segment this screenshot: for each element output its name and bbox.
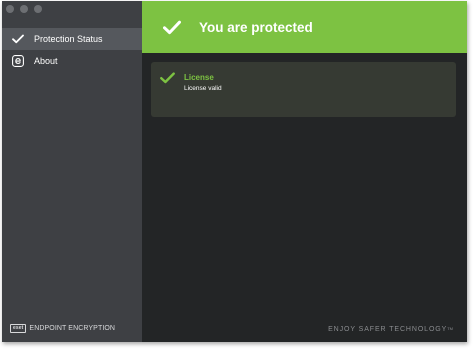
sidebar-item-label: About [34,56,58,66]
product-branding: eset ENDPOINT ENCRYPTION [10,324,115,333]
card-title: License [184,73,214,82]
card-subtitle: License valid [184,85,222,92]
app-window: Protection Status About eset ENDPOINT EN… [2,1,467,342]
trademark: TM [447,326,453,331]
minimize-window-button[interactable] [20,5,28,13]
license-status-card: License License valid [151,62,456,117]
sidebar: Protection Status About eset ENDPOINT EN… [2,1,142,342]
eset-e-icon [11,54,25,68]
zoom-window-button[interactable] [34,5,42,13]
checkmark-icon [160,71,175,89]
tagline-text: ENJOY SAFER TECHNOLOGY [328,326,448,333]
tagline: ENJOY SAFER TECHNOLOGYTM [328,326,453,333]
close-window-button[interactable] [6,5,14,13]
sidebar-item-about[interactable]: About [2,50,142,72]
protection-banner: You are protected [142,1,467,53]
window-controls [6,5,42,13]
banner-title: You are protected [199,19,313,35]
product-name: ENDPOINT ENCRYPTION [29,325,116,332]
eset-logo: eset [10,324,27,333]
sidebar-item-protection-status[interactable]: Protection Status [2,28,142,50]
checkmark-icon [163,20,181,35]
checkmark-icon [11,32,25,46]
sidebar-item-label: Protection Status [34,34,103,44]
